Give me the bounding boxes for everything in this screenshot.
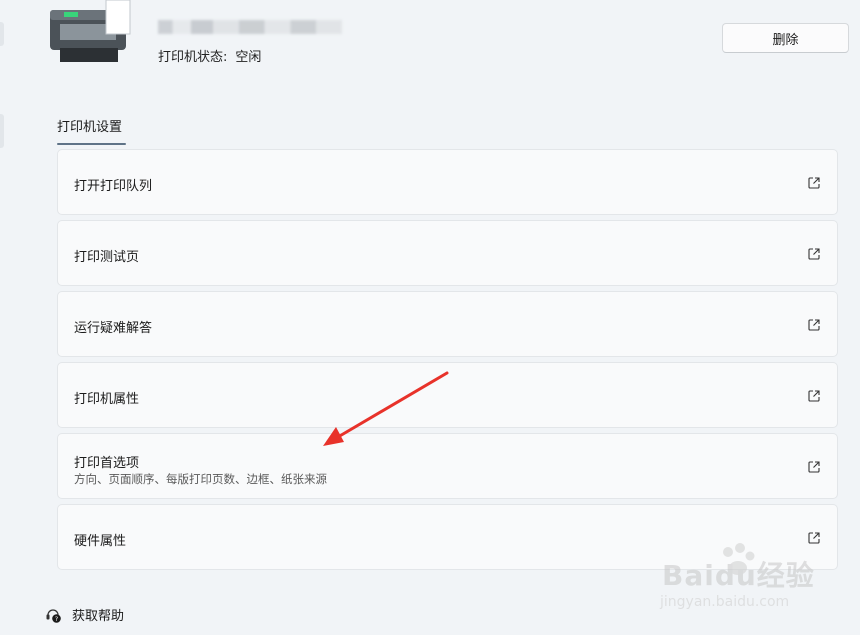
status-value: 空闲 bbox=[235, 50, 262, 65]
settings-item-label: 打印机属性 bbox=[74, 392, 140, 407]
external-link-icon bbox=[808, 177, 820, 189]
section-title: 打印机设置 bbox=[57, 120, 123, 135]
settings-item-label: 运行疑难解答 bbox=[74, 321, 153, 336]
get-help-label: 获取帮助 bbox=[72, 609, 125, 624]
nav-rail-selected bbox=[0, 114, 4, 148]
watermark-logo: Baidu经验 bbox=[662, 559, 815, 592]
status-label: 打印机状态: bbox=[158, 50, 228, 65]
printer-icon bbox=[46, 0, 146, 70]
help-icon: ? bbox=[46, 608, 61, 623]
printer-status: 打印机状态: 空闲 bbox=[158, 46, 261, 65]
settings-item-troubleshoot[interactable]: 运行疑难解答 bbox=[57, 291, 838, 357]
external-link-icon bbox=[808, 319, 820, 331]
settings-item-label: 打印首选项 bbox=[74, 456, 140, 471]
external-link-icon bbox=[808, 390, 820, 402]
settings-item-label: 打开打印队列 bbox=[74, 179, 153, 194]
watermark: Baidu经验 jingyan.baidu.com bbox=[612, 540, 852, 620]
get-help-link[interactable]: ? 获取帮助 bbox=[44, 605, 124, 624]
external-link-icon bbox=[808, 248, 820, 260]
svg-text:?: ? bbox=[55, 615, 58, 623]
nav-rail-indicator bbox=[0, 22, 4, 46]
settings-item-label: 打印测试页 bbox=[74, 250, 140, 265]
settings-item-printer-properties[interactable]: 打印机属性 bbox=[57, 362, 838, 428]
watermark-url: jingyan.baidu.com bbox=[660, 594, 790, 610]
section-title-underline bbox=[57, 143, 126, 145]
settings-item-printing-preferences[interactable]: 打印首选项 方向、页面顺序、每版打印页数、边框、纸张来源 bbox=[57, 433, 838, 499]
settings-item-description: 方向、页面顺序、每版打印页数、边框、纸张来源 bbox=[74, 472, 327, 486]
delete-button[interactable]: 删除 bbox=[722, 23, 849, 53]
printer-name-redacted bbox=[158, 20, 342, 34]
settings-item-open-queue[interactable]: 打开打印队列 bbox=[57, 149, 838, 215]
external-link-icon bbox=[808, 461, 820, 473]
settings-item-test-page[interactable]: 打印测试页 bbox=[57, 220, 838, 286]
settings-item-label: 硬件属性 bbox=[74, 534, 127, 549]
